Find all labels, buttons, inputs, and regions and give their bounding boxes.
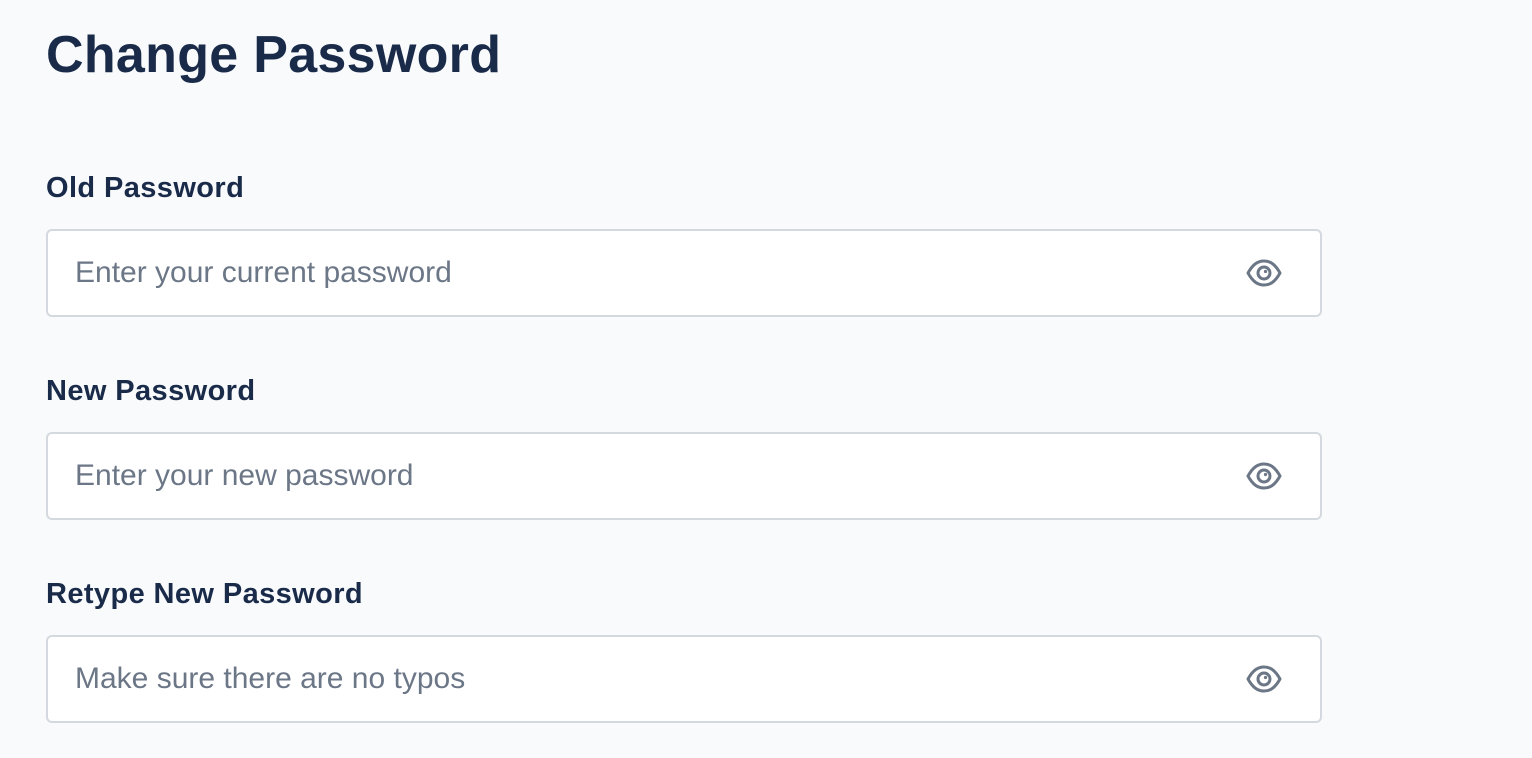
retype-password-field: Retype New Password (46, 576, 1322, 723)
eye-icon[interactable] (1244, 456, 1284, 496)
old-password-input[interactable] (48, 231, 1320, 315)
eye-icon[interactable] (1244, 253, 1284, 293)
eye-icon[interactable] (1244, 659, 1284, 699)
old-password-input-wrapper (46, 229, 1322, 317)
new-password-input-wrapper (46, 432, 1322, 520)
retype-password-input-wrapper (46, 635, 1322, 723)
retype-password-label: Retype New Password (46, 578, 364, 610)
change-password-form: Old Password New Password Retype New Pas… (46, 170, 1322, 723)
new-password-field: New Password (46, 373, 1322, 520)
page-title: Change Password (46, 26, 502, 84)
new-password-input[interactable] (48, 434, 1320, 518)
old-password-label: Old Password (46, 172, 245, 204)
old-password-field: Old Password (46, 170, 1322, 317)
change-password-page: Change Password Old Password New Passwor… (0, 0, 1532, 758)
new-password-label: New Password (46, 375, 256, 407)
retype-password-input[interactable] (48, 637, 1320, 721)
